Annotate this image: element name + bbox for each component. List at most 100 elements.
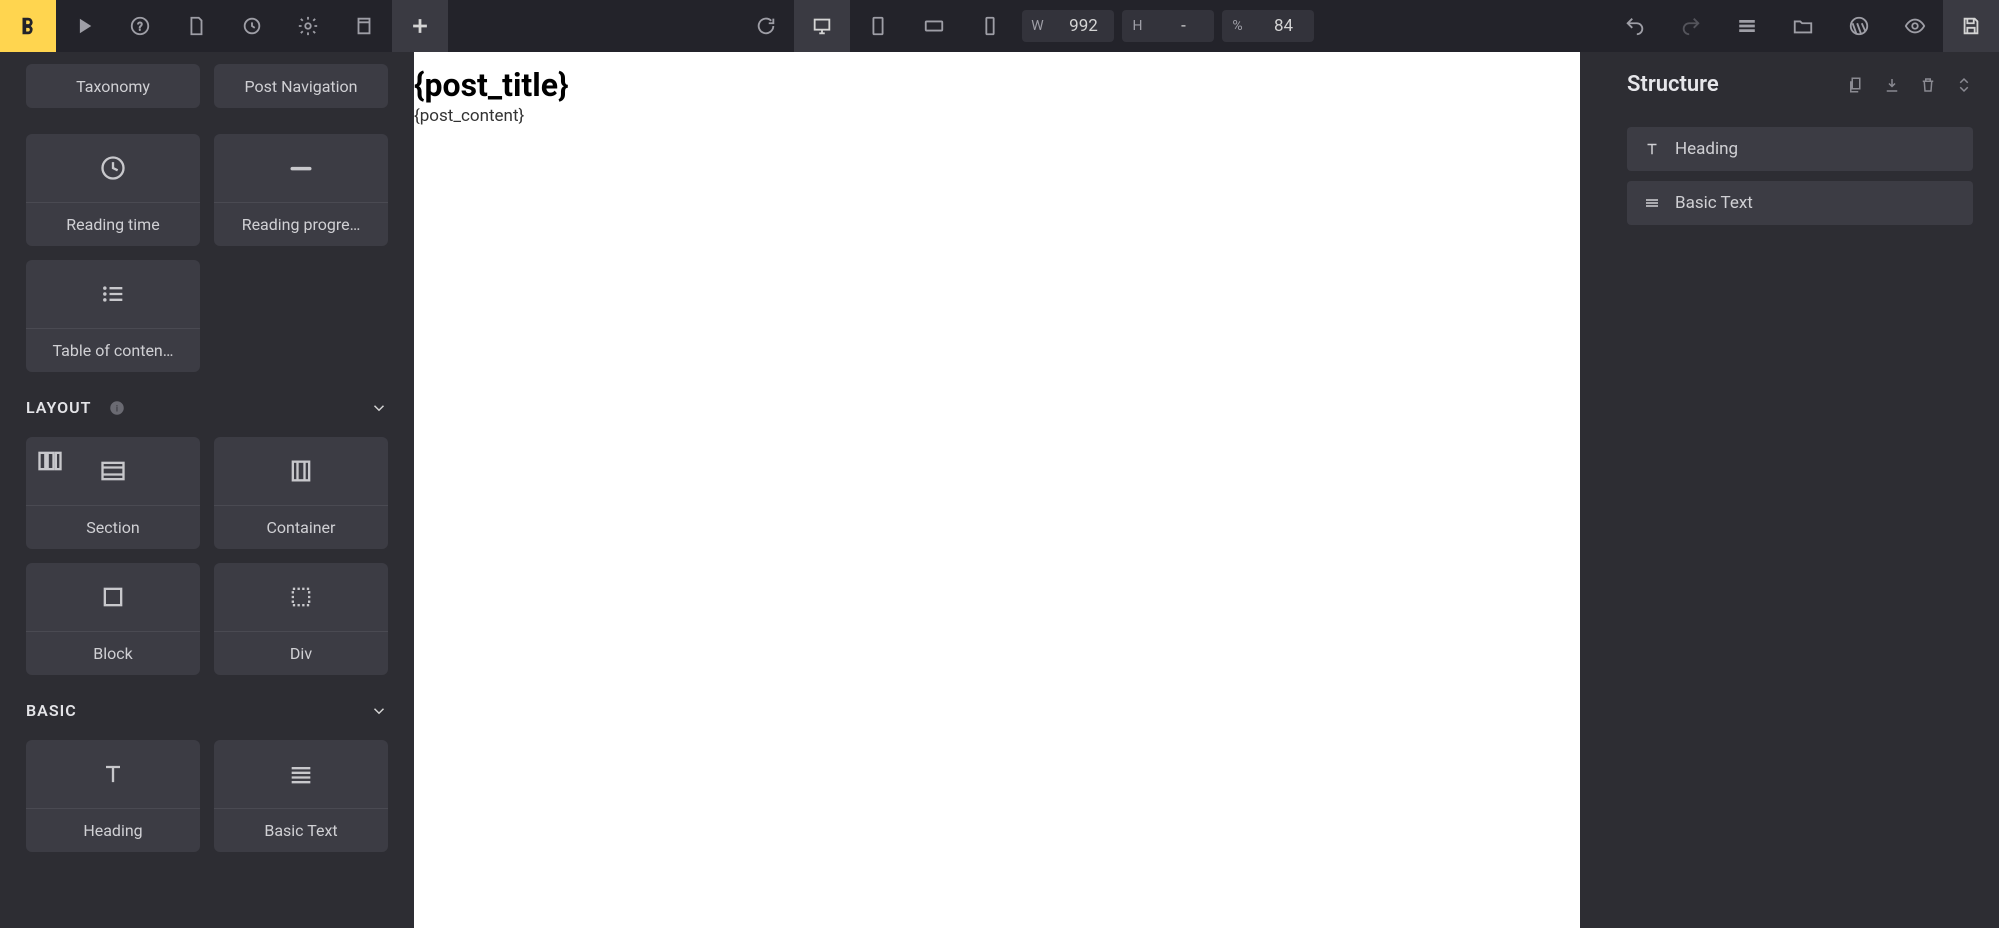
play-icon (73, 15, 95, 37)
columns-badge-icon (36, 447, 64, 475)
section-header-basic[interactable]: BASIC (26, 701, 388, 720)
folder-icon (1792, 15, 1814, 37)
element-label: Reading time (26, 202, 200, 246)
structure-item-label: Heading (1675, 139, 1738, 159)
collapse-icon[interactable] (1955, 76, 1973, 94)
text-icon (214, 740, 388, 808)
logo-icon (17, 15, 39, 37)
element-label: Block (26, 631, 200, 675)
help-icon: ? (129, 15, 151, 37)
text-icon (1643, 194, 1661, 212)
reload-button[interactable] (738, 0, 794, 52)
element-heading[interactable]: Heading (26, 740, 200, 852)
div-icon (214, 563, 388, 631)
canvas-heading[interactable]: {post_title} (414, 66, 1580, 104)
top-toolbar: ? W 992 H - % 84 (0, 0, 1999, 52)
structure-title: Structure (1627, 72, 1719, 97)
undo-icon (1624, 15, 1646, 37)
element-section[interactable]: Section (26, 437, 200, 549)
structure-item-basic-text[interactable]: Basic Text (1627, 181, 1973, 225)
canvas[interactable]: {post_title} {post_content} (414, 52, 1580, 928)
pages-button[interactable] (168, 0, 224, 52)
tablet-landscape-icon (923, 15, 945, 37)
block-icon (26, 563, 200, 631)
list-icon (1736, 15, 1758, 37)
zoom-label: % (1222, 18, 1254, 34)
structure-item-heading[interactable]: Heading (1627, 127, 1973, 171)
templates-button[interactable] (1775, 0, 1831, 52)
zoom-field[interactable]: % 84 (1222, 10, 1314, 42)
svg-text:?: ? (137, 20, 143, 34)
chevron-down-icon[interactable] (370, 702, 388, 720)
clock-icon (241, 15, 263, 37)
save-icon (1960, 15, 1982, 37)
section-header-layout[interactable]: LAYOUT i (26, 398, 388, 417)
redo-icon (1680, 15, 1702, 37)
structure-toggle-button[interactable] (1719, 0, 1775, 52)
element-label: Taxonomy (26, 64, 200, 108)
preview-button[interactable] (1887, 0, 1943, 52)
clock-icon (26, 134, 200, 202)
redo-button[interactable] (1663, 0, 1719, 52)
reload-icon (755, 15, 777, 37)
chevron-down-icon[interactable] (370, 399, 388, 417)
eye-icon (1904, 15, 1926, 37)
save-button[interactable] (1943, 0, 1999, 52)
copy-icon[interactable] (1847, 76, 1865, 94)
add-element-button[interactable] (392, 0, 448, 52)
download-icon[interactable] (1883, 76, 1901, 94)
element-basic-text[interactable]: Basic Text (214, 740, 388, 852)
canvas-wrap: {post_title} {post_content} (414, 52, 1601, 928)
heading-icon (1643, 140, 1661, 158)
element-label: Heading (26, 808, 200, 852)
trash-icon[interactable] (1919, 76, 1937, 94)
element-label: Section (26, 505, 200, 549)
desktop-breakpoint-button[interactable] (794, 0, 850, 52)
element-label: Container (214, 505, 388, 549)
wordpress-icon (1848, 15, 1870, 37)
element-container[interactable]: Container (214, 437, 388, 549)
element-reading-time[interactable]: Reading time (26, 134, 200, 246)
play-button[interactable] (56, 0, 112, 52)
toc-icon (26, 260, 200, 328)
wordpress-button[interactable] (1831, 0, 1887, 52)
element-div[interactable]: Div (214, 563, 388, 675)
element-post-navigation[interactable]: Post Navigation (214, 64, 388, 108)
tablet-landscape-button[interactable] (906, 0, 962, 52)
section-title: LAYOUT (26, 398, 92, 417)
element-reading-progress[interactable]: Reading progre… (214, 134, 388, 246)
plus-icon (409, 15, 431, 37)
logo-button[interactable] (0, 0, 56, 52)
width-field[interactable]: W 992 (1022, 10, 1114, 42)
height-label: H (1122, 18, 1154, 34)
help-button[interactable]: ? (112, 0, 168, 52)
element-label: Div (214, 631, 388, 675)
element-label: Reading progre… (214, 202, 388, 246)
revisions-button[interactable] (224, 0, 280, 52)
height-field[interactable]: H - (1122, 10, 1214, 42)
page-icon (185, 15, 207, 37)
desktop-icon (811, 15, 833, 37)
gear-icon (297, 15, 319, 37)
element-table-of-contents[interactable]: Table of conten… (26, 260, 200, 372)
mobile-icon (979, 15, 1001, 37)
structure-panel: Structure Heading Basic Text (1601, 52, 1999, 928)
info-icon[interactable]: i (108, 399, 126, 417)
section-title: BASIC (26, 701, 77, 720)
element-taxonomy[interactable]: Taxonomy (26, 64, 200, 108)
element-label: Basic Text (214, 808, 388, 852)
settings-button[interactable] (280, 0, 336, 52)
element-block[interactable]: Block (26, 563, 200, 675)
undo-button[interactable] (1607, 0, 1663, 52)
svg-text:i: i (115, 404, 117, 414)
custom-code-button[interactable] (336, 0, 392, 52)
elements-panel: Taxonomy Post Navigation Reading time Re… (0, 52, 414, 928)
heading-icon (26, 740, 200, 808)
mobile-breakpoint-button[interactable] (962, 0, 1018, 52)
height-value[interactable]: - (1154, 16, 1214, 36)
tablet-portrait-button[interactable] (850, 0, 906, 52)
code-icon (353, 15, 375, 37)
canvas-text[interactable]: {post_content} (414, 106, 1580, 126)
width-value[interactable]: 992 (1054, 16, 1114, 36)
zoom-value[interactable]: 84 (1254, 16, 1314, 36)
